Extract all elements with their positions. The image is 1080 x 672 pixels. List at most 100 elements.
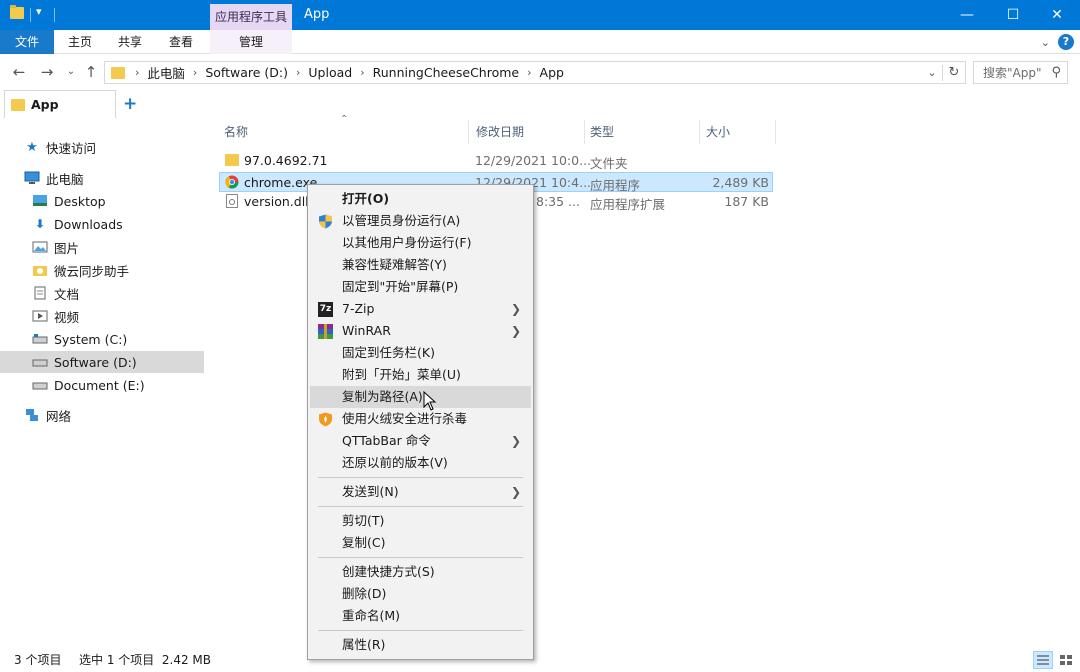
file-date: 8:35 ... xyxy=(536,194,580,209)
menu-item-cut[interactable]: 剪切(T) xyxy=(310,510,531,532)
address-controls: ⌄ ↻ xyxy=(922,62,965,83)
divider xyxy=(775,120,776,144)
menu-item-create-shortcut[interactable]: 创建快捷方式(S) xyxy=(310,561,531,583)
menu-item-restore-previous[interactable]: 还原以前的版本(V) xyxy=(310,452,531,474)
file-row-folder[interactable]: 97.0.4692.71 12/29/2021 10:0... 文件夹 xyxy=(219,151,773,171)
menu-item-pin-to-taskbar[interactable]: 固定到任务栏(K) xyxy=(310,342,531,364)
menu-label: 固定到"开始"屏幕(P) xyxy=(342,279,459,294)
menu-label: QTTabBar 命令 xyxy=(342,433,431,448)
close-icon[interactable]: ✕ xyxy=(1034,0,1080,30)
menu-label: 复制为路径(A) xyxy=(342,389,423,404)
new-tab-button[interactable]: + xyxy=(123,94,137,114)
help-icon[interactable]: ? xyxy=(1058,34,1074,50)
menu-label: 以其他用户身份运行(F) xyxy=(342,235,472,250)
drive-icon xyxy=(32,332,48,346)
tab-label: App xyxy=(31,97,59,112)
column-header-name[interactable]: 名称 xyxy=(224,118,248,146)
menu-item-winrar[interactable]: WinRAR ❯ xyxy=(310,320,531,342)
file-type: 文件夹 xyxy=(590,156,628,171)
breadcrumb-this-pc[interactable]: 此电脑 xyxy=(147,63,185,82)
column-header-size[interactable]: 大小 xyxy=(706,118,730,146)
search-input[interactable]: 搜索"App" ⚲ xyxy=(973,61,1068,84)
nav-system-c[interactable]: System (C:) xyxy=(0,328,204,350)
video-icon xyxy=(32,309,48,323)
nav-videos[interactable]: 视频 xyxy=(0,305,204,327)
chevron-right-icon[interactable]: › xyxy=(296,66,300,79)
submenu-arrow-icon: ❯ xyxy=(510,302,521,316)
desktop-icon xyxy=(32,194,48,208)
tab-home[interactable]: 主页 xyxy=(58,30,102,54)
maximize-icon[interactable]: ☐ xyxy=(990,0,1036,30)
nav-this-pc[interactable]: 此电脑 xyxy=(0,167,204,189)
menu-item-send-to[interactable]: 发送到(N) ❯ xyxy=(310,481,531,503)
breadcrumb-app[interactable]: App xyxy=(540,65,564,80)
menu-item-delete[interactable]: 删除(D) xyxy=(310,583,531,605)
breadcrumb-runningcheesechrome[interactable]: RunningCheeseChrome xyxy=(373,65,519,80)
nav-weiyun[interactable]: 微云同步助手 xyxy=(0,259,204,281)
nav-label: 快速访问 xyxy=(46,140,97,156)
breadcrumb-upload[interactable]: Upload xyxy=(308,65,352,80)
nav-documents[interactable]: 文档 xyxy=(0,282,204,304)
breadcrumb-software-d[interactable]: Software (D:) xyxy=(205,65,288,80)
nav-software-d[interactable]: Software (D:) xyxy=(0,351,204,373)
tab-file[interactable]: 文件 xyxy=(0,30,54,54)
expand-ribbon-icon[interactable]: ⌄ xyxy=(1041,36,1050,49)
menu-item-qttabbar[interactable]: QTTabBar 命令 ❯ xyxy=(310,430,531,452)
search-icon: ⚲ xyxy=(1051,65,1061,80)
nav-quick-access[interactable]: ★ 快速访问 xyxy=(0,136,204,158)
address-dropdown-icon[interactable]: ⌄ xyxy=(922,66,942,79)
folder-icon[interactable] xyxy=(10,5,24,19)
menu-item-run-as-admin[interactable]: 以管理员身份运行(A) xyxy=(310,210,531,232)
nav-label: 视频 xyxy=(54,309,80,325)
menu-item-pin-to-start-menu[interactable]: 附到「开始」菜单(U) xyxy=(310,364,531,386)
chrome-icon xyxy=(225,175,239,192)
menu-label: 还原以前的版本(V) xyxy=(342,455,448,470)
customize-quick-access-icon[interactable]: ▾ xyxy=(36,5,42,18)
chevron-right-icon[interactable]: › xyxy=(135,66,139,79)
menu-separator xyxy=(318,477,523,478)
chevron-right-icon[interactable]: › xyxy=(193,66,197,79)
column-header-date[interactable]: 修改日期 xyxy=(476,118,524,146)
qttabbar-tab-strip: App + xyxy=(0,90,1080,118)
back-arrow-icon[interactable]: ← xyxy=(10,62,28,82)
nav-pictures[interactable]: 图片 xyxy=(0,236,204,258)
menu-item-pin-to-start-screen[interactable]: 固定到"开始"屏幕(P) xyxy=(310,276,531,298)
network-icon xyxy=(24,408,40,422)
folder-icon xyxy=(111,66,125,79)
refresh-icon[interactable]: ↻ xyxy=(943,65,965,80)
nav-network[interactable]: 网络 xyxy=(0,404,204,426)
tab-manage[interactable]: 管理 xyxy=(210,30,292,54)
nav-label: 此电脑 xyxy=(46,171,84,187)
chevron-right-icon[interactable]: › xyxy=(360,66,364,79)
menu-item-open[interactable]: 打开(O) xyxy=(310,188,531,210)
computer-icon xyxy=(24,171,40,185)
chevron-right-icon[interactable]: › xyxy=(527,66,531,79)
column-header-type[interactable]: 类型 xyxy=(590,118,614,146)
menu-item-huorong-scan[interactable]: 使用火绒安全进行杀毒 xyxy=(310,408,531,430)
menu-item-run-as-other-user[interactable]: 以其他用户身份运行(F) xyxy=(310,232,531,254)
menu-item-copy-as-path[interactable]: 复制为路径(A) xyxy=(310,386,531,411)
tab-app[interactable]: App xyxy=(4,90,116,118)
weiyun-folder-icon xyxy=(32,263,48,277)
details-view-icon[interactable] xyxy=(1033,651,1053,669)
tab-view[interactable]: 查看 xyxy=(159,30,203,54)
drive-icon xyxy=(32,378,48,392)
menu-item-7zip[interactable]: 7z 7-Zip ❯ xyxy=(310,298,531,320)
up-arrow-icon[interactable]: ↑ xyxy=(82,62,100,82)
nav-desktop[interactable]: Desktop xyxy=(0,190,204,212)
divider xyxy=(584,120,585,144)
app-tools-contextual-tab: 应用程序工具 xyxy=(210,4,292,30)
large-icons-view-icon[interactable] xyxy=(1056,651,1076,669)
forward-arrow-icon[interactable]: → xyxy=(38,62,56,82)
menu-item-copy[interactable]: 复制(C) xyxy=(310,532,531,554)
tab-share[interactable]: 共享 xyxy=(108,30,152,54)
nav-document-e[interactable]: Document (E:) xyxy=(0,374,204,396)
minimize-icon[interactable]: — xyxy=(944,0,990,30)
address-bar[interactable]: › 此电脑 › Software (D:) › Upload › Running… xyxy=(104,61,966,84)
nav-label: 文档 xyxy=(54,286,80,302)
recent-locations-icon[interactable]: ⌄ xyxy=(62,62,80,82)
nav-downloads[interactable]: ⬇ Downloads xyxy=(0,213,204,235)
menu-item-rename[interactable]: 重命名(M) xyxy=(310,605,531,627)
menu-item-compatibility[interactable]: 兼容性疑难解答(Y) xyxy=(310,254,531,276)
huorong-shield-icon xyxy=(318,412,333,427)
